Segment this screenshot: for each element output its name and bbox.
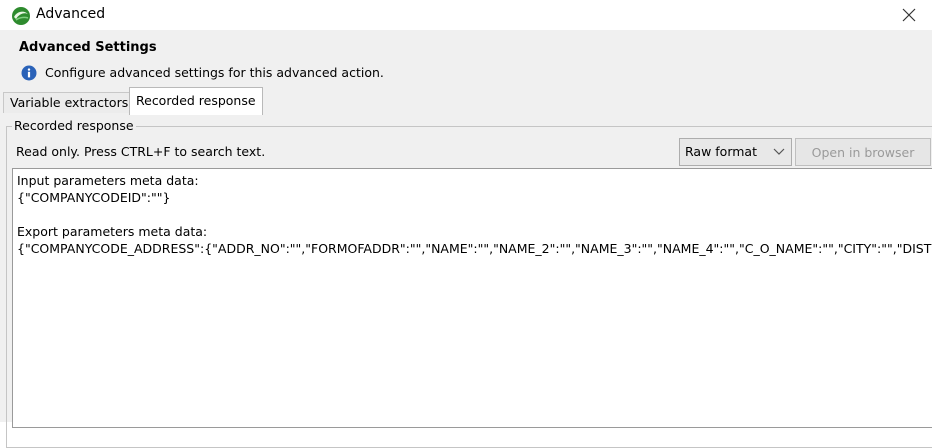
tab-content: Recorded response Read only. Press CTRL+… bbox=[0, 113, 932, 448]
response-line: Input parameters meta data: bbox=[17, 173, 199, 188]
tab-variable-extractors[interactable]: Variable extractors bbox=[3, 92, 136, 114]
format-dropdown-value: Raw format bbox=[685, 144, 757, 159]
chevron-down-icon bbox=[773, 148, 785, 155]
settings-header: Advanced Settings Configure advanced set… bbox=[0, 30, 932, 86]
open-in-browser-button[interactable]: Open in browser bbox=[795, 138, 931, 166]
tab-bar: Variable extractors Recorded response bbox=[0, 85, 932, 115]
window-title: Advanced bbox=[36, 6, 106, 22]
format-dropdown[interactable]: Raw format bbox=[679, 138, 792, 166]
group-legend: Recorded response bbox=[12, 118, 136, 133]
header-description: Configure advanced settings for this adv… bbox=[45, 65, 384, 80]
page-title: Advanced Settings bbox=[19, 40, 157, 55]
readonly-hint: Read only. Press CTRL+F to search text. bbox=[16, 144, 266, 159]
tab-recorded-response[interactable]: Recorded response bbox=[129, 87, 263, 115]
response-line: Export parameters meta data: bbox=[17, 224, 208, 239]
close-button[interactable] bbox=[886, 0, 932, 30]
title-bar: Advanced bbox=[0, 0, 932, 30]
response-text-area[interactable]: Input parameters meta data: {"COMPANYCOD… bbox=[12, 168, 932, 428]
info-icon bbox=[21, 65, 37, 81]
response-line: {"COMPANYCODEID":""} bbox=[17, 190, 171, 205]
close-icon bbox=[902, 8, 916, 22]
response-line: {"COMPANYCODE_ADDRESS":{"ADDR_NO":"","FO… bbox=[17, 241, 932, 256]
app-logo-icon bbox=[12, 7, 30, 25]
